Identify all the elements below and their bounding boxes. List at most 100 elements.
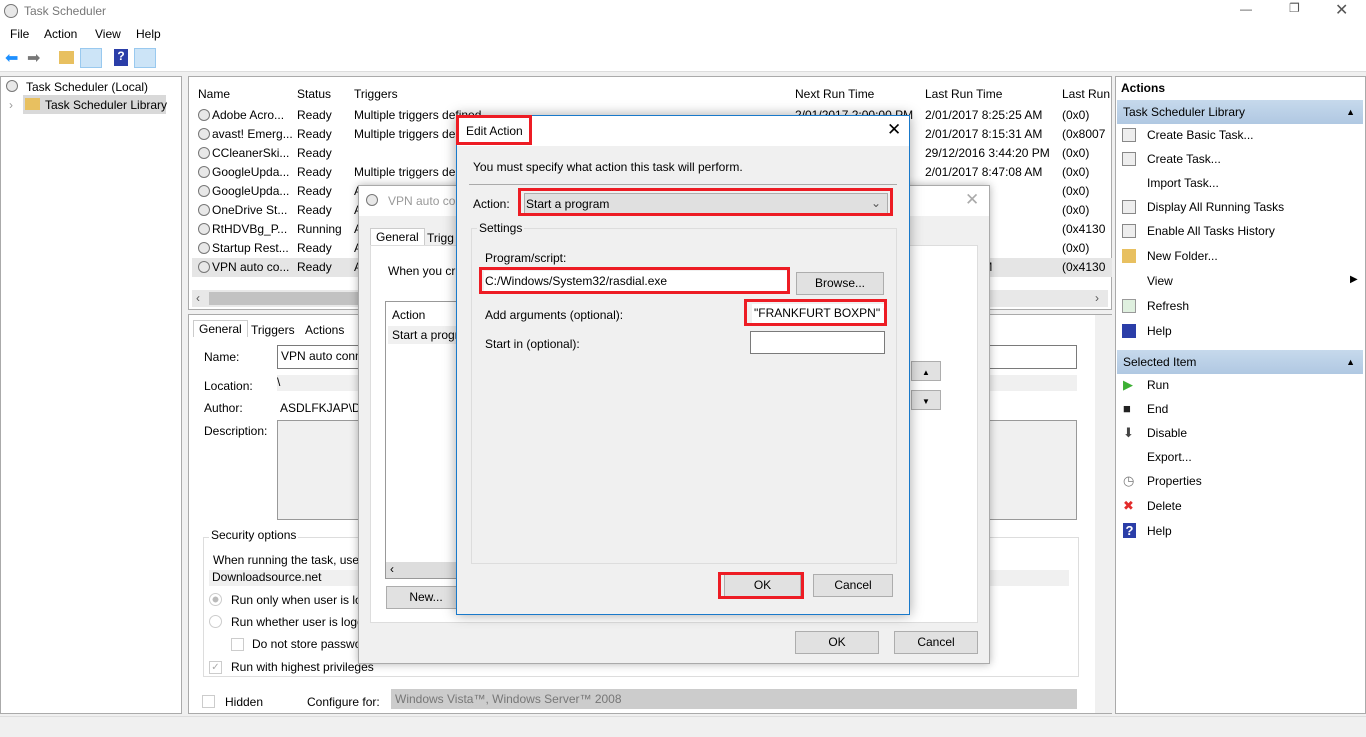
up-button[interactable]: ▲ [911,361,941,381]
highlight-title [456,115,532,145]
window-title: Task Scheduler [24,4,107,18]
action-item[interactable]: View [1147,274,1173,288]
down-button[interactable]: ▼ [911,390,941,410]
column-last-run[interactable]: Last Run Time [925,87,1002,101]
cell-last: 2/01/2017 8:15:31 AM [925,127,1043,141]
forward-icon[interactable]: ➡ [27,48,40,68]
section-selected-item[interactable]: Selected Item ▲ [1117,350,1363,374]
tab-actions[interactable]: Actions [305,323,344,337]
create-task-icon [1122,152,1136,166]
action-item[interactable]: Disable [1147,426,1187,440]
menu-help[interactable]: Help [136,27,161,41]
close-button[interactable]: ✕ [1335,0,1348,20]
vertical-scrollbar[interactable] [1095,315,1112,713]
tab-general[interactable]: General [193,320,248,337]
no-store-label: Do not store passwo [252,637,362,651]
task-scheduler-icon [4,4,18,18]
minimize-button[interactable]: — [1240,2,1252,16]
action-item[interactable]: End [1147,402,1168,416]
tab-general[interactable]: General [370,228,425,245]
display-running-icon [1122,200,1136,214]
tab-triggers[interactable]: Triggers [251,323,295,337]
navigation-tree: Task Scheduler (Local) › Task Scheduler … [0,76,182,714]
radio-run-only-logged-on[interactable] [209,593,222,606]
cell-name: avast! Emerg... [212,127,292,141]
separator [469,184,897,185]
tree-root[interactable]: Task Scheduler (Local) [26,80,148,94]
task-icon [198,166,210,178]
task-icon [198,128,210,140]
menu-action[interactable]: Action [44,27,77,41]
column-status[interactable]: Status [297,87,331,101]
cell-status: Ready [297,203,332,217]
close-button[interactable]: ✕ [887,120,901,140]
column-last-result[interactable]: Last Run [1062,87,1110,101]
action-item[interactable]: Refresh [1147,299,1189,313]
show-hide-tree-icon[interactable] [80,48,102,68]
task-icon [198,185,210,197]
actions-title: Actions [1121,81,1166,95]
arguments-label: Add arguments (optional): [485,308,624,322]
cell-name: Adobe Acro... [212,108,285,122]
ok-button[interactable]: OK [795,631,879,654]
configure-select[interactable]: Windows Vista™, Windows Server™ 2008 [391,689,1077,709]
back-icon[interactable]: ⬅ [5,48,18,68]
location-label: Location: [204,379,253,393]
restore-button[interactable]: ❐ [1289,1,1300,15]
menu-bar: File Action View Help [0,23,1366,45]
action-item[interactable]: Enable All Tasks History [1147,224,1275,238]
cancel-button[interactable]: Cancel [813,574,893,597]
cell-result: (0x0) [1062,108,1090,122]
up-folder-icon[interactable] [59,51,74,64]
run-icon: ▶ [1123,377,1133,392]
task-icon [198,109,210,121]
action-item[interactable]: Help [1147,324,1172,338]
radio1-label: Run only when user is lo [231,593,362,607]
column-name[interactable]: Name [198,87,230,101]
dialog-title: VPN auto co [388,194,456,208]
highlight-action-select [518,188,893,216]
action-item[interactable]: Create Task... [1147,152,1221,166]
close-button[interactable]: ✕ [965,190,979,210]
task-icon [198,261,210,273]
title-bar: Task Scheduler — ❐ ✕ [0,0,1366,23]
do-not-store-checkbox[interactable] [231,638,244,651]
expand-icon[interactable]: › [9,98,13,112]
section-task-scheduler-library[interactable]: Task Scheduler Library ▲ [1117,100,1363,124]
tree-item-library[interactable]: Task Scheduler Library [23,95,167,114]
author-value: ASDLFKJAP\Do [280,401,368,415]
action-item[interactable]: New Folder... [1147,249,1218,263]
task-icon [198,204,210,216]
show-hide-action-pane-icon[interactable] [134,48,156,68]
action-item[interactable]: Help [1147,524,1172,538]
browse-button[interactable]: Browse... [796,272,884,295]
settings-title: Settings [477,221,525,235]
highlight-program [479,267,790,294]
cancel-button[interactable]: Cancel [894,631,978,654]
hidden-checkbox[interactable] [202,695,215,708]
cell-result: (0x0) [1062,146,1090,160]
new-button[interactable]: New... [386,586,466,609]
action-item[interactable]: Export... [1147,450,1192,464]
start-in-input[interactable] [750,331,885,354]
column-triggers[interactable]: Triggers [354,87,398,101]
action-item[interactable]: Import Task... [1147,176,1219,190]
cell-status: Ready [297,260,332,274]
location-value: \ [277,375,281,389]
action-item[interactable]: Properties [1147,474,1202,488]
menu-view[interactable]: View [95,27,121,41]
action-item[interactable]: Delete [1147,499,1182,513]
highlight-arguments [744,299,887,326]
intro-text: You must specify what action this task w… [473,160,743,174]
cell-status: Ready [297,241,332,255]
tab-triggers[interactable]: Trigg [427,231,454,245]
column-next-run[interactable]: Next Run Time [795,87,874,101]
radio-run-whether-logged-on[interactable] [209,615,222,628]
action-item[interactable]: Create Basic Task... [1147,128,1254,142]
menu-file[interactable]: File [10,27,29,41]
action-item[interactable]: Run [1147,378,1169,392]
help-icon[interactable]: ? [114,49,128,66]
action-item[interactable]: Display All Running Tasks [1147,200,1284,214]
highest-privileges-checkbox[interactable]: ✓ [209,661,222,674]
cell-result: (0x8007 [1062,127,1106,141]
